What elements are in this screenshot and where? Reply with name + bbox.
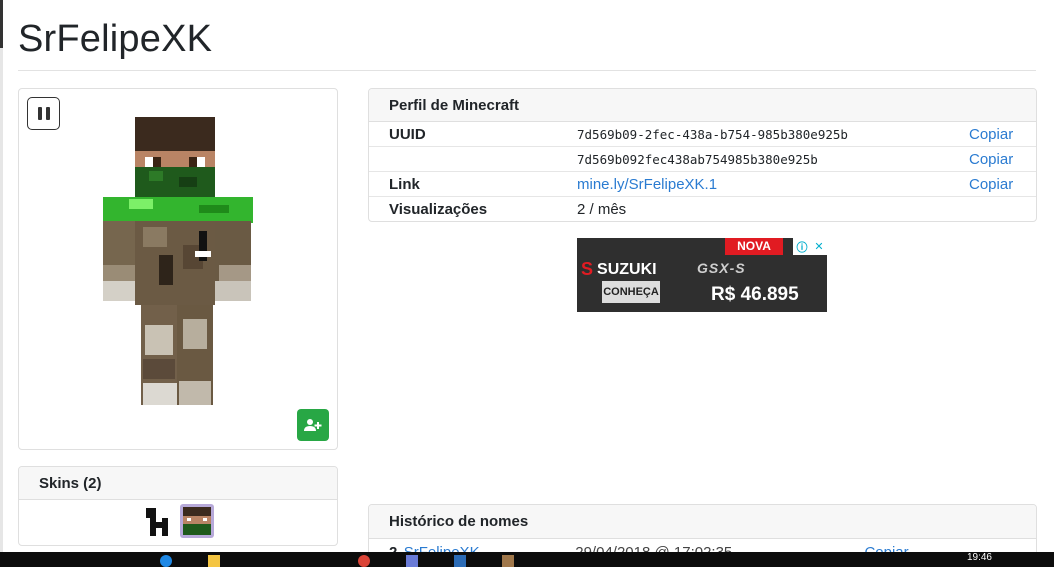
minecraft-icon[interactable]	[502, 555, 514, 567]
skin-3d-preview[interactable]	[99, 115, 259, 415]
edge-browser-icon[interactable]	[160, 555, 172, 567]
ad-badge: NOVA	[725, 238, 783, 255]
skin-thumbnail-1[interactable]	[142, 504, 176, 538]
uuid-value: 7d569b09-2fec-438a-b754-985b380e925b	[577, 126, 848, 142]
row-label: UUID	[389, 125, 426, 143]
suzuki-logo-icon: S	[581, 259, 594, 279]
ad-price: R$ 46.895	[711, 284, 799, 305]
skins-card: Skins (2)	[18, 466, 338, 546]
file-explorer-icon[interactable]	[208, 555, 220, 567]
row-label: Link	[389, 175, 420, 193]
close-icon[interactable]: ✕	[814, 240, 823, 253]
copy-uuid-compact-button[interactable]: Copiar	[969, 151, 1036, 168]
uuid-compact-value: 7d569b092fec438ab754985b380e925b	[577, 151, 818, 167]
views-value: 2 / mês	[577, 201, 627, 218]
copy-link-button[interactable]: Copiar	[969, 176, 1036, 193]
ad-cta-button[interactable]: CONHEÇA	[602, 281, 660, 303]
ad-model: GSX-S	[697, 260, 746, 276]
info-icon[interactable]: ⓘ	[796, 239, 807, 255]
add-user-button[interactable]	[297, 409, 329, 441]
app-icon[interactable]	[454, 555, 466, 567]
ad-choices[interactable]: ⓘ ✕	[793, 238, 827, 255]
copy-uuid-button[interactable]: Copiar	[969, 126, 1036, 143]
title-divider	[18, 70, 1036, 71]
link-row: Link mine.ly/SrFelipeXK.1 Copiar	[369, 172, 1036, 197]
profile-link[interactable]: mine.ly/SrFelipeXK.1	[577, 176, 717, 193]
pause-icon	[37, 107, 42, 120]
views-row: Visualizações 2 / mês	[369, 197, 1036, 221]
ad-brand: S SUZUKI	[581, 259, 657, 279]
skins-header: Skins (2)	[19, 467, 337, 500]
history-header: Histórico de nomes	[369, 505, 1036, 539]
chrome-icon[interactable]	[358, 555, 370, 567]
pause-button[interactable]	[27, 97, 60, 130]
profile-header: Perfil de Minecraft	[369, 89, 1036, 122]
row-label: Visualizações	[389, 201, 488, 218]
advertisement-banner[interactable]: NOVA ⓘ ✕ S SUZUKI GSX-S CONHEÇA R$ 46.89…	[577, 238, 827, 312]
minecraft-profile-card: Perfil de Minecraft UUID 7d569b09-2fec-4…	[368, 88, 1037, 222]
page-title: SrFelipeXK	[18, 18, 213, 60]
uuid-compact-row: 7d569b092fec438ab754985b380e925b Copiar	[369, 147, 1036, 172]
os-taskbar: 19:46	[0, 552, 1054, 567]
window-edge	[0, 0, 3, 567]
uuid-row: UUID 7d569b09-2fec-438a-b754-985b380e925…	[369, 122, 1036, 147]
skin-viewer-card	[18, 88, 338, 450]
user-plus-icon	[304, 419, 322, 431]
skin-thumbnail-2[interactable]	[180, 504, 214, 538]
app-icon[interactable]	[406, 555, 418, 567]
clock[interactable]: 19:46	[967, 552, 992, 563]
